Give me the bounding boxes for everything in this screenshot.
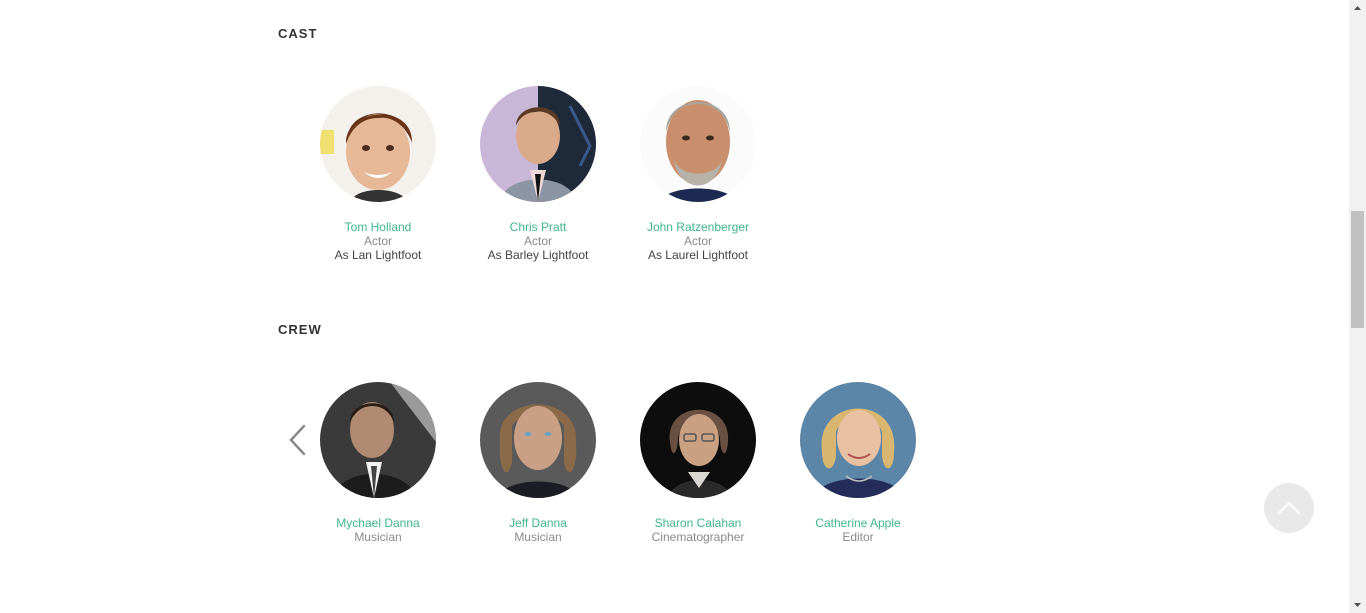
- cast-member-card[interactable]: Tom Holland Actor As Lan Lightfoot: [298, 86, 458, 262]
- scroll-up-arrow-icon[interactable]: [1349, 0, 1366, 17]
- avatar[interactable]: [320, 86, 436, 202]
- person-name-link[interactable]: Tom Holland: [345, 220, 412, 234]
- crew-section-title: CREW: [278, 322, 322, 337]
- avatar[interactable]: [320, 382, 436, 498]
- person-name-link[interactable]: Mychael Danna: [336, 516, 419, 530]
- person-role: Actor: [523, 234, 552, 248]
- avatar[interactable]: [800, 382, 916, 498]
- person-name-link[interactable]: Jeff Danna: [509, 516, 567, 530]
- person-role: Musician: [354, 530, 402, 544]
- chevron-up-icon: [1278, 501, 1300, 514]
- cast-member-card[interactable]: John Ratzenberger Actor As Laurel Lightf…: [618, 86, 778, 262]
- crew-list: Mychael Danna Musician Jeff Danna Musici…: [298, 382, 938, 544]
- cast-section-title: CAST: [278, 26, 318, 41]
- person-role: Actor: [683, 234, 712, 248]
- cast-member-card[interactable]: Chris Pratt Actor As Barley Lightfoot: [458, 86, 618, 262]
- person-character: As Lan Lightfoot: [334, 248, 422, 262]
- person-name-link[interactable]: Chris Pratt: [510, 220, 567, 234]
- cast-list: Tom Holland Actor As Lan Lightfoot Chris…: [298, 86, 778, 262]
- credits-page: CAST Tom Holland Actor As Lan Lightfoot: [0, 0, 1349, 613]
- person-name-link[interactable]: Catherine Apple: [815, 516, 900, 530]
- avatar[interactable]: [480, 86, 596, 202]
- scroll-down-arrow-icon[interactable]: [1349, 596, 1366, 613]
- person-name-link[interactable]: John Ratzenberger: [647, 220, 749, 234]
- person-role: Musician: [514, 530, 562, 544]
- person-character: As Barley Lightfoot: [487, 248, 589, 262]
- person-name-link[interactable]: Sharon Calahan: [655, 516, 742, 530]
- scroll-to-top-button[interactable]: [1264, 483, 1314, 533]
- person-character: As Laurel Lightfoot: [647, 248, 749, 262]
- person-role: Editor: [842, 530, 874, 544]
- crew-member-card[interactable]: Jeff Danna Musician: [458, 382, 618, 544]
- avatar[interactable]: [640, 382, 756, 498]
- crew-member-card[interactable]: Mychael Danna Musician: [298, 382, 458, 544]
- crew-member-card[interactable]: Sharon Calahan Cinematographer: [618, 382, 778, 544]
- person-role: Actor: [363, 234, 392, 248]
- crew-member-card[interactable]: Catherine Apple Editor: [778, 382, 938, 544]
- person-role: Cinematographer: [651, 530, 745, 544]
- scrollbar-thumb[interactable]: [1351, 211, 1364, 328]
- page-scrollbar[interactable]: [1349, 0, 1366, 613]
- avatar[interactable]: [640, 86, 756, 202]
- avatar[interactable]: [480, 382, 596, 498]
